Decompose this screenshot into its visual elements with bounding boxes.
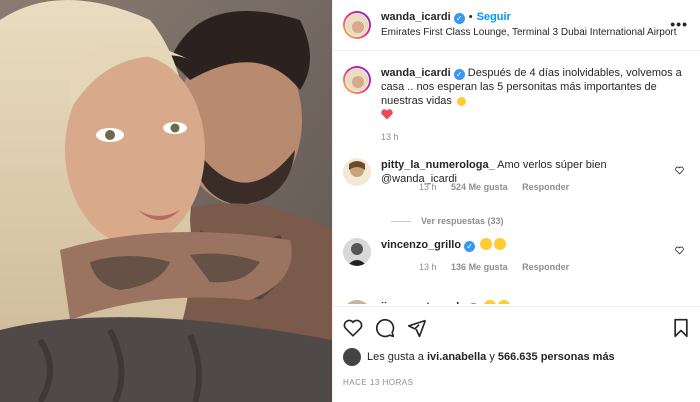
smiling-emoji-icon: [457, 97, 466, 106]
reply-button[interactable]: Responder: [522, 182, 569, 192]
replies-line: [391, 220, 411, 222]
view-replies-label: Ver respuestas (33): [421, 216, 504, 226]
post-footer: Les gusta a ivi.anabella y 566.635 perso…: [333, 306, 700, 387]
separator-dot: •: [468, 11, 473, 23]
likes-summary: Les gusta a ivi.anabella y 566.635 perso…: [343, 348, 690, 366]
comment-meta: 13 h 136 Me gusta Responder: [419, 262, 581, 272]
verified-badge-icon: ✓: [464, 241, 476, 252]
commenter-avatar[interactable]: [343, 238, 371, 266]
post-photo[interactable]: [0, 0, 332, 402]
save-bookmark-icon[interactable]: [672, 318, 690, 338]
commenter-username[interactable]: jimemonteverde: [381, 301, 465, 304]
avatar-image: [346, 14, 368, 36]
comments-section: wanda_icardi ✓ Después de 4 días inolvida…: [333, 52, 700, 304]
likes-connector: y: [489, 351, 495, 363]
instagram-post: wanda_icardi ✓ • Seguir Emirates First Clas…: [0, 0, 700, 402]
comment-item: jimemonteverde✓: [343, 300, 688, 304]
like-heart-icon[interactable]: [343, 319, 363, 337]
comment-item: vincenzo_grillo ✓ 13 h 136 Me gusta Respo…: [343, 238, 688, 272]
comment-text-block: jimemonteverde✓: [381, 300, 681, 304]
comment-time[interactable]: 13 h: [419, 262, 437, 272]
avatar-image: [343, 158, 371, 186]
liker-username[interactable]: ivi.anabella: [427, 351, 486, 363]
screaming-face-emoji-icon: [480, 238, 493, 250]
caption: wanda_icardi ✓ Después de 4 días inolvida…: [343, 66, 688, 122]
liker-avatar[interactable]: [343, 348, 361, 366]
verified-badge-icon: ✓: [468, 303, 480, 304]
like-comment-heart-icon[interactable]: [675, 246, 684, 255]
caption-avatar[interactable]: [343, 66, 371, 94]
comment-likes[interactable]: 524 Me gusta: [451, 182, 508, 192]
couple-selfie-image: [0, 0, 332, 402]
header-text: wanda_icardi ✓ • Seguir Emirates First Clas…: [381, 10, 677, 40]
heart-eyes-emoji-icon: [498, 300, 511, 304]
location-link[interactable]: Emirates First Class Lounge, Terminal 3 …: [381, 25, 677, 40]
reply-button[interactable]: Responder: [522, 262, 569, 272]
commenter-username[interactable]: vincenzo_grillo: [381, 239, 461, 251]
commenter-avatar[interactable]: [343, 158, 371, 186]
avatar-image: [343, 300, 371, 304]
action-bar: [343, 315, 690, 341]
share-paper-plane-icon[interactable]: [407, 318, 427, 338]
caption-time[interactable]: 13 h: [381, 132, 688, 142]
screaming-face-emoji-icon: [494, 238, 507, 250]
comment-bubble-icon[interactable]: [375, 318, 395, 338]
comment-meta: 13 h 524 Me gusta Responder: [419, 182, 581, 192]
post-timestamp[interactable]: HACE 13 HORAS: [343, 378, 690, 387]
post-header: wanda_icardi ✓ • Seguir Emirates First Clas…: [333, 0, 700, 51]
likes-count[interactable]: 566.635 personas más: [498, 351, 615, 363]
likes-prefix: Les gusta a: [367, 351, 424, 363]
comment-item: pitty_la_numerologa_ Amo verlos súper bi…: [343, 158, 688, 192]
more-options-icon[interactable]: •••: [670, 16, 688, 32]
post-sidebar: wanda_icardi ✓ • Seguir Emirates First Clas…: [332, 0, 700, 402]
follow-button[interactable]: Seguir: [477, 11, 511, 23]
view-replies[interactable]: Ver respuestas (33): [391, 216, 688, 226]
author-avatar[interactable]: [343, 11, 371, 39]
red-heart-emoji-icon: [381, 109, 393, 120]
verified-badge-icon: ✓: [453, 13, 465, 24]
verified-badge-icon: ✓: [453, 69, 465, 80]
caption-username[interactable]: wanda_icardi: [381, 67, 451, 79]
avatar-image: [343, 238, 371, 266]
avatar-image: [346, 69, 368, 91]
like-comment-heart-icon[interactable]: [675, 166, 684, 175]
commenter-avatar[interactable]: [343, 300, 371, 304]
comment-likes[interactable]: 136 Me gusta: [451, 262, 508, 272]
caption-text-block: wanda_icardi ✓ Después de 4 días inolvida…: [381, 66, 688, 122]
comment-time[interactable]: 13 h: [419, 182, 437, 192]
heart-eyes-emoji-icon: [484, 300, 497, 304]
author-username[interactable]: wanda_icardi: [381, 11, 451, 23]
commenter-username[interactable]: pitty_la_numerologa_: [381, 159, 495, 171]
